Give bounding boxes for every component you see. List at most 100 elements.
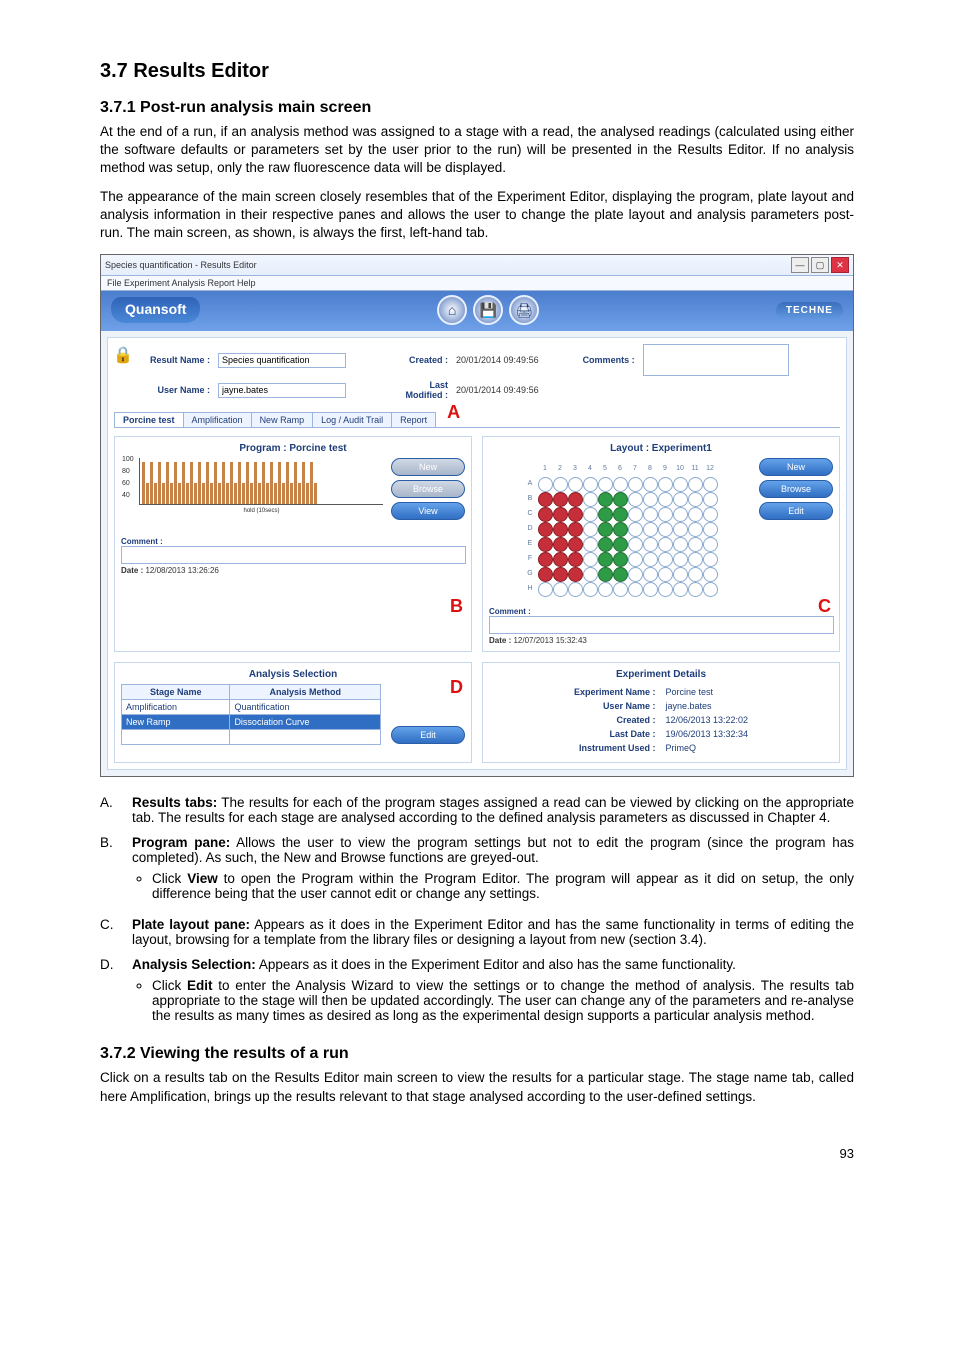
well-G5[interactable]	[598, 567, 613, 582]
well-E4[interactable]	[583, 537, 598, 552]
well-E6[interactable]	[613, 537, 628, 552]
well-G3[interactable]	[568, 567, 583, 582]
well-A1[interactable]	[538, 477, 553, 492]
well-C3[interactable]	[568, 507, 583, 522]
home-icon[interactable]: ⌂	[437, 295, 467, 325]
well-E5[interactable]	[598, 537, 613, 552]
well-B11[interactable]	[688, 492, 703, 507]
well-F9[interactable]	[658, 552, 673, 567]
well-F1[interactable]	[538, 552, 553, 567]
well-H12[interactable]	[703, 582, 718, 597]
program-comment-input[interactable]	[121, 546, 466, 564]
well-G1[interactable]	[538, 567, 553, 582]
layout-comment-input[interactable]	[489, 616, 834, 634]
well-E9[interactable]	[658, 537, 673, 552]
well-H7[interactable]	[628, 582, 643, 597]
analysis-edit-button[interactable]: Edit	[391, 726, 465, 744]
well-E1[interactable]	[538, 537, 553, 552]
well-D1[interactable]	[538, 522, 553, 537]
well-E3[interactable]	[568, 537, 583, 552]
well-G7[interactable]	[628, 567, 643, 582]
well-B10[interactable]	[673, 492, 688, 507]
program-view-button[interactable]: View	[391, 502, 465, 520]
well-A5[interactable]	[598, 477, 613, 492]
tab-new-ramp[interactable]: New Ramp	[251, 412, 314, 427]
well-H10[interactable]	[673, 582, 688, 597]
well-G8[interactable]	[643, 567, 658, 582]
well-A7[interactable]	[628, 477, 643, 492]
well-E11[interactable]	[688, 537, 703, 552]
well-A6[interactable]	[613, 477, 628, 492]
menu-bar[interactable]: File Experiment Analysis Report Help	[101, 276, 853, 291]
well-A2[interactable]	[553, 477, 568, 492]
layout-edit-button[interactable]: Edit	[759, 502, 833, 520]
well-A8[interactable]	[643, 477, 658, 492]
well-B4[interactable]	[583, 492, 598, 507]
well-C2[interactable]	[553, 507, 568, 522]
table-row[interactable]	[122, 730, 381, 745]
well-E2[interactable]	[553, 537, 568, 552]
well-E7[interactable]	[628, 537, 643, 552]
tab-log-audit[interactable]: Log / Audit Trail	[312, 412, 392, 427]
well-B7[interactable]	[628, 492, 643, 507]
well-G9[interactable]	[658, 567, 673, 582]
well-F5[interactable]	[598, 552, 613, 567]
well-F10[interactable]	[673, 552, 688, 567]
well-G10[interactable]	[673, 567, 688, 582]
well-D12[interactable]	[703, 522, 718, 537]
well-D4[interactable]	[583, 522, 598, 537]
well-F7[interactable]	[628, 552, 643, 567]
well-B8[interactable]	[643, 492, 658, 507]
well-B12[interactable]	[703, 492, 718, 507]
well-C12[interactable]	[703, 507, 718, 522]
well-grid[interactable]: 123456789101112ABCDEFGH	[523, 462, 717, 596]
well-A3[interactable]	[568, 477, 583, 492]
well-C9[interactable]	[658, 507, 673, 522]
result-name-input[interactable]	[218, 353, 346, 368]
well-E12[interactable]	[703, 537, 718, 552]
well-F11[interactable]	[688, 552, 703, 567]
save-icon[interactable]: 💾	[473, 295, 503, 325]
well-B2[interactable]	[553, 492, 568, 507]
layout-browse-button[interactable]: Browse	[759, 480, 833, 498]
well-D2[interactable]	[553, 522, 568, 537]
table-row[interactable]: Amplification Quantification	[122, 700, 381, 715]
well-B5[interactable]	[598, 492, 613, 507]
table-row[interactable]: New Ramp Dissociation Curve	[122, 715, 381, 730]
tab-porcine-test[interactable]: Porcine test	[114, 412, 184, 427]
well-H2[interactable]	[553, 582, 568, 597]
well-G6[interactable]	[613, 567, 628, 582]
well-C11[interactable]	[688, 507, 703, 522]
well-G4[interactable]	[583, 567, 598, 582]
well-B9[interactable]	[658, 492, 673, 507]
well-C1[interactable]	[538, 507, 553, 522]
well-C6[interactable]	[613, 507, 628, 522]
well-A12[interactable]	[703, 477, 718, 492]
comments-input[interactable]	[643, 344, 789, 376]
well-A10[interactable]	[673, 477, 688, 492]
tab-amplification[interactable]: Amplification	[183, 412, 252, 427]
well-G2[interactable]	[553, 567, 568, 582]
well-F4[interactable]	[583, 552, 598, 567]
well-B1[interactable]	[538, 492, 553, 507]
well-H1[interactable]	[538, 582, 553, 597]
well-B3[interactable]	[568, 492, 583, 507]
well-D8[interactable]	[643, 522, 658, 537]
well-C5[interactable]	[598, 507, 613, 522]
well-F3[interactable]	[568, 552, 583, 567]
well-C8[interactable]	[643, 507, 658, 522]
well-B6[interactable]	[613, 492, 628, 507]
well-F8[interactable]	[643, 552, 658, 567]
well-F12[interactable]	[703, 552, 718, 567]
well-E8[interactable]	[643, 537, 658, 552]
analysis-selection-table[interactable]: Stage Name Analysis Method Amplification…	[121, 684, 381, 745]
well-H8[interactable]	[643, 582, 658, 597]
well-E10[interactable]	[673, 537, 688, 552]
well-H11[interactable]	[688, 582, 703, 597]
layout-new-button[interactable]: New	[759, 458, 833, 476]
well-F2[interactable]	[553, 552, 568, 567]
well-D11[interactable]	[688, 522, 703, 537]
well-D7[interactable]	[628, 522, 643, 537]
well-D5[interactable]	[598, 522, 613, 537]
max-button[interactable]: ▢	[811, 257, 829, 273]
